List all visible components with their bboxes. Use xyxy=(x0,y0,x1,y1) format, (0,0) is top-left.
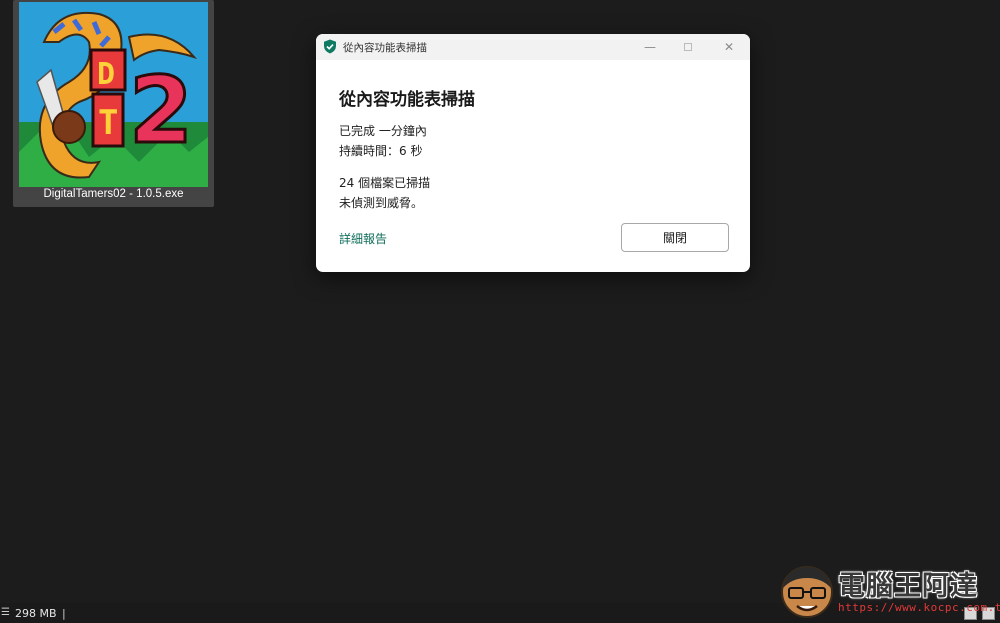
completed-text: 已完成 一分鐘內 xyxy=(339,124,427,138)
file-name: DigitalTamers02 - 1.0.5.exe xyxy=(43,188,184,200)
shield-check-icon xyxy=(324,39,336,54)
minimize-button[interactable]: — xyxy=(630,36,670,58)
details-report-link[interactable]: 詳細報告 xyxy=(339,230,387,247)
dialog-heading: 從內容功能表掃描 xyxy=(339,90,475,110)
maximize-button[interactable] xyxy=(668,36,708,58)
watermark: 電腦王阿達 https://www.kocpc.com.tw xyxy=(775,556,1000,623)
file-thumbnail: D T 2 xyxy=(19,2,208,187)
maximize-icon xyxy=(684,43,692,51)
title-bar[interactable]: 從內容功能表掃描 — ✕ xyxy=(316,34,750,60)
result-text: 未偵測到威脅。 xyxy=(339,196,424,210)
close-button[interactable]: 關閉 xyxy=(621,223,729,252)
watermark-brand: 電腦王阿達 xyxy=(838,571,978,602)
svg-text:T: T xyxy=(98,103,118,143)
svg-text:2: 2 xyxy=(129,57,193,164)
minimize-icon: — xyxy=(644,40,656,54)
watermark-url: https://www.kocpc.com.tw xyxy=(838,601,1000,614)
mascot-face-icon xyxy=(781,566,833,618)
status-list-icon: ☰ xyxy=(1,607,10,618)
files-scanned-text: 24 個檔案已掃描 xyxy=(339,176,431,190)
game-logo-image: D T 2 xyxy=(19,2,208,187)
duration-text: 持續時間：6 秒 xyxy=(339,144,423,158)
desktop: D T 2 DigitalTamers02 - 1.0.5.exe 從內容功能表… xyxy=(0,0,1000,623)
scan-dialog: 從內容功能表掃描 — ✕ 從內容功能表掃描 已完成 一分鐘內 持續時間：6 秒 … xyxy=(316,34,750,272)
svg-text:D: D xyxy=(97,57,115,92)
close-icon: ✕ xyxy=(723,40,735,54)
selection-size: 298 MB xyxy=(15,607,57,620)
window-title: 從內容功能表掃描 xyxy=(343,42,427,54)
file-tile[interactable]: D T 2 DigitalTamers02 - 1.0.5.exe xyxy=(13,0,214,207)
status-separator: | xyxy=(62,607,66,620)
window-close-button[interactable]: ✕ xyxy=(709,36,749,58)
